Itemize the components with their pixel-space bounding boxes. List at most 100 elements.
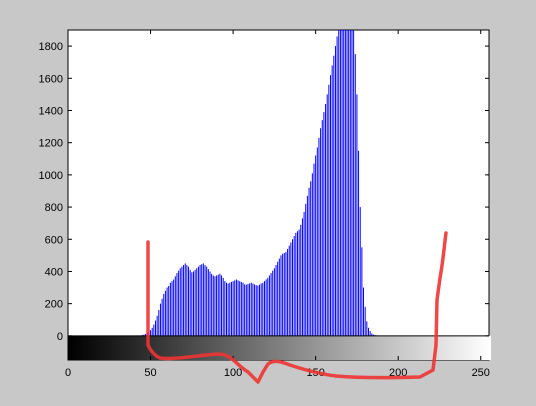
histogram-bar [188,266,190,336]
histogram-bar [288,245,290,336]
histogram-bar [328,84,330,336]
y-tick-label: 1400 [39,105,63,117]
histogram-bar [353,30,355,336]
histogram-bar [227,283,229,336]
histogram-bar [272,270,274,336]
histogram-bar [161,298,163,336]
histogram-bar [301,218,303,336]
histogram-bar [249,283,251,336]
histogram-bar [232,281,234,336]
histogram-bar [267,277,269,336]
histogram-bar [221,275,223,336]
histogram-bar [242,282,244,336]
histogram-bar [155,320,156,336]
histogram-bar [199,265,201,336]
histogram-bar [206,266,208,336]
histogram-bar [179,268,181,336]
histogram-bar [321,120,323,336]
histogram-bar [325,104,327,336]
histogram-bar [334,46,336,336]
histogram-bar [184,263,186,336]
histogram-bar [343,30,345,336]
histogram-bar [308,187,310,336]
histogram-bar [150,330,152,336]
histogram-bar [222,277,224,336]
x-tick-label: 50 [144,367,156,379]
histogram-bar [310,181,312,336]
histogram-bar [235,279,237,336]
histogram-bar [201,264,203,336]
histogram-bar [240,281,242,336]
histogram-bar [224,281,226,336]
histogram-bar [196,268,198,336]
histogram-bar [181,266,183,336]
histogram-bar [326,94,328,336]
histogram-bar [186,265,188,336]
histogram-bar [346,30,348,336]
histogram-bar [336,36,338,336]
histogram-bar [245,284,247,336]
y-tick-label: 1800 [39,41,63,53]
x-tick-label: 100 [224,367,242,379]
histogram-bar [229,282,231,336]
x-tick-label: 250 [472,367,490,379]
y-tick-label: 1000 [39,170,63,182]
histogram-bar [219,273,221,336]
histogram-bar [344,30,346,336]
histogram-bar [166,287,168,336]
histogram-bar [287,248,289,336]
y-tick-label: 1600 [39,73,63,85]
histogram-bar [323,112,325,336]
histogram-bar [260,283,262,336]
histogram-bar [254,284,256,336]
histogram-bar [333,55,335,336]
histogram-bar [341,30,343,336]
histogram-bar [225,282,227,336]
histogram-bar [153,324,155,336]
histogram-bar [202,263,204,336]
histogram-bar [315,155,317,336]
histogram-bar [354,54,356,336]
histogram-bar [191,272,193,336]
histogram-bar [262,282,264,336]
histogram-bar [275,265,277,336]
histogram-bar [158,310,160,336]
colorbar-cell [489,335,492,360]
histogram-bar [268,275,270,336]
histogram-bar [300,224,302,336]
y-tick-label: 1200 [39,138,63,150]
histogram-bar [338,30,340,336]
histogram-bar [237,280,239,336]
histogram-bar [320,128,322,336]
histogram-bar [244,284,246,336]
histogram-bar [217,274,219,336]
histogram-bar [367,327,369,336]
histogram-bar [283,252,285,336]
histogram-bar [273,268,275,336]
histogram-bar [209,271,211,336]
histogram-bar [306,195,308,336]
histogram-bar [263,281,265,336]
histogram-bar [361,247,363,336]
histogram-bar [163,294,165,336]
histogram-bar [211,273,213,336]
histogram-bar [216,275,218,336]
histogram-bar [369,331,371,336]
histogram-bar [285,252,287,336]
histogram-bar [298,229,300,336]
histogram-bar [192,271,194,336]
y-tick-label: 200 [45,299,63,311]
histogram-bar [169,282,171,336]
histogram-bar [265,279,267,336]
histogram-bar [255,285,257,336]
histogram-bar [290,242,292,336]
y-tick-label: 400 [45,266,63,278]
histogram-bar [364,306,366,336]
histogram-bar [257,285,259,336]
histogram-bar [348,30,350,336]
histogram-bar [292,239,294,336]
histogram-bar [303,211,305,336]
histogram-bar [176,273,178,336]
histogram-bar [173,279,175,336]
histogram-bar [277,261,279,336]
